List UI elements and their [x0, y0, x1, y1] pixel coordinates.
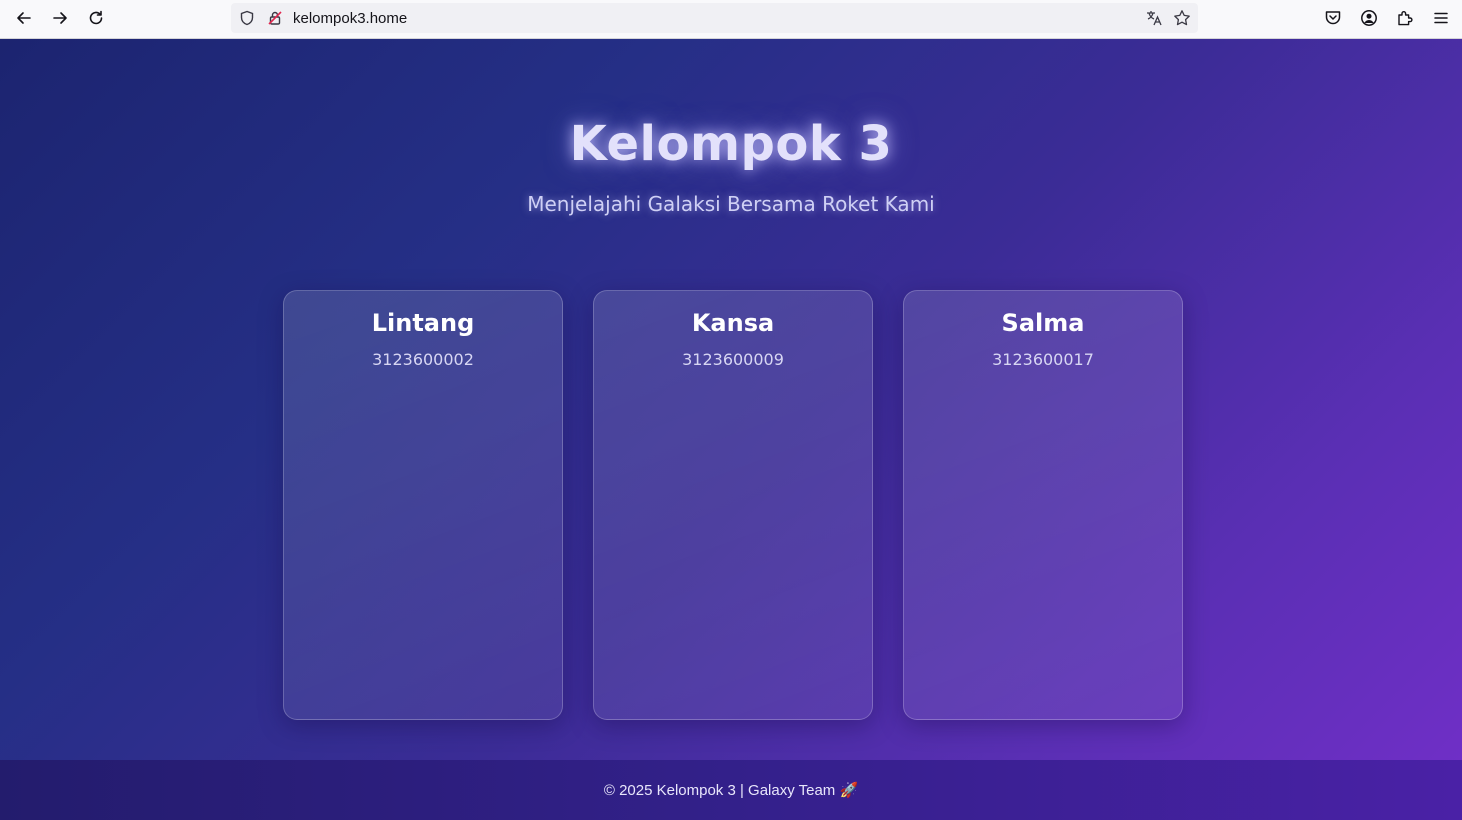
page-subtitle: Menjelajahi Galaksi Bersama Roket Kami [527, 192, 935, 216]
back-icon[interactable] [10, 4, 38, 32]
account-icon[interactable] [1355, 4, 1383, 32]
member-card-kansa: Kansa 3123600009 [593, 290, 873, 720]
member-id: 3123600009 [682, 350, 784, 369]
page-body: Kelompok 3 Menjelajahi Galaksi Bersama R… [0, 39, 1462, 760]
pocket-icon[interactable] [1319, 4, 1347, 32]
bookmark-star-icon[interactable] [1172, 8, 1192, 28]
member-name: Lintang [371, 309, 475, 337]
member-id: 3123600017 [992, 350, 1094, 369]
extensions-icon[interactable] [1391, 4, 1419, 32]
member-name: Kansa [691, 309, 775, 337]
browser-toolbar: kelompok3.home [0, 0, 1462, 39]
url-bar[interactable]: kelompok3.home [231, 3, 1198, 33]
page-title: Kelompok 3 [569, 116, 893, 172]
forward-icon[interactable] [46, 4, 74, 32]
reload-icon[interactable] [82, 4, 110, 32]
url-text[interactable]: kelompok3.home [293, 10, 407, 27]
footer-text: © 2025 Kelompok 3 | Galaxy Team 🚀 [603, 782, 859, 799]
translate-icon[interactable] [1144, 8, 1164, 28]
menu-icon[interactable] [1427, 4, 1455, 32]
footer: © 2025 Kelompok 3 | Galaxy Team 🚀 [0, 760, 1462, 820]
insecure-lock-icon[interactable] [265, 8, 285, 28]
shield-icon[interactable] [237, 8, 257, 28]
member-id: 3123600002 [372, 350, 474, 369]
member-card-lintang: Lintang 3123600002 [283, 290, 563, 720]
member-card-salma: Salma 3123600017 [903, 290, 1183, 720]
member-name: Salma [1001, 309, 1085, 337]
